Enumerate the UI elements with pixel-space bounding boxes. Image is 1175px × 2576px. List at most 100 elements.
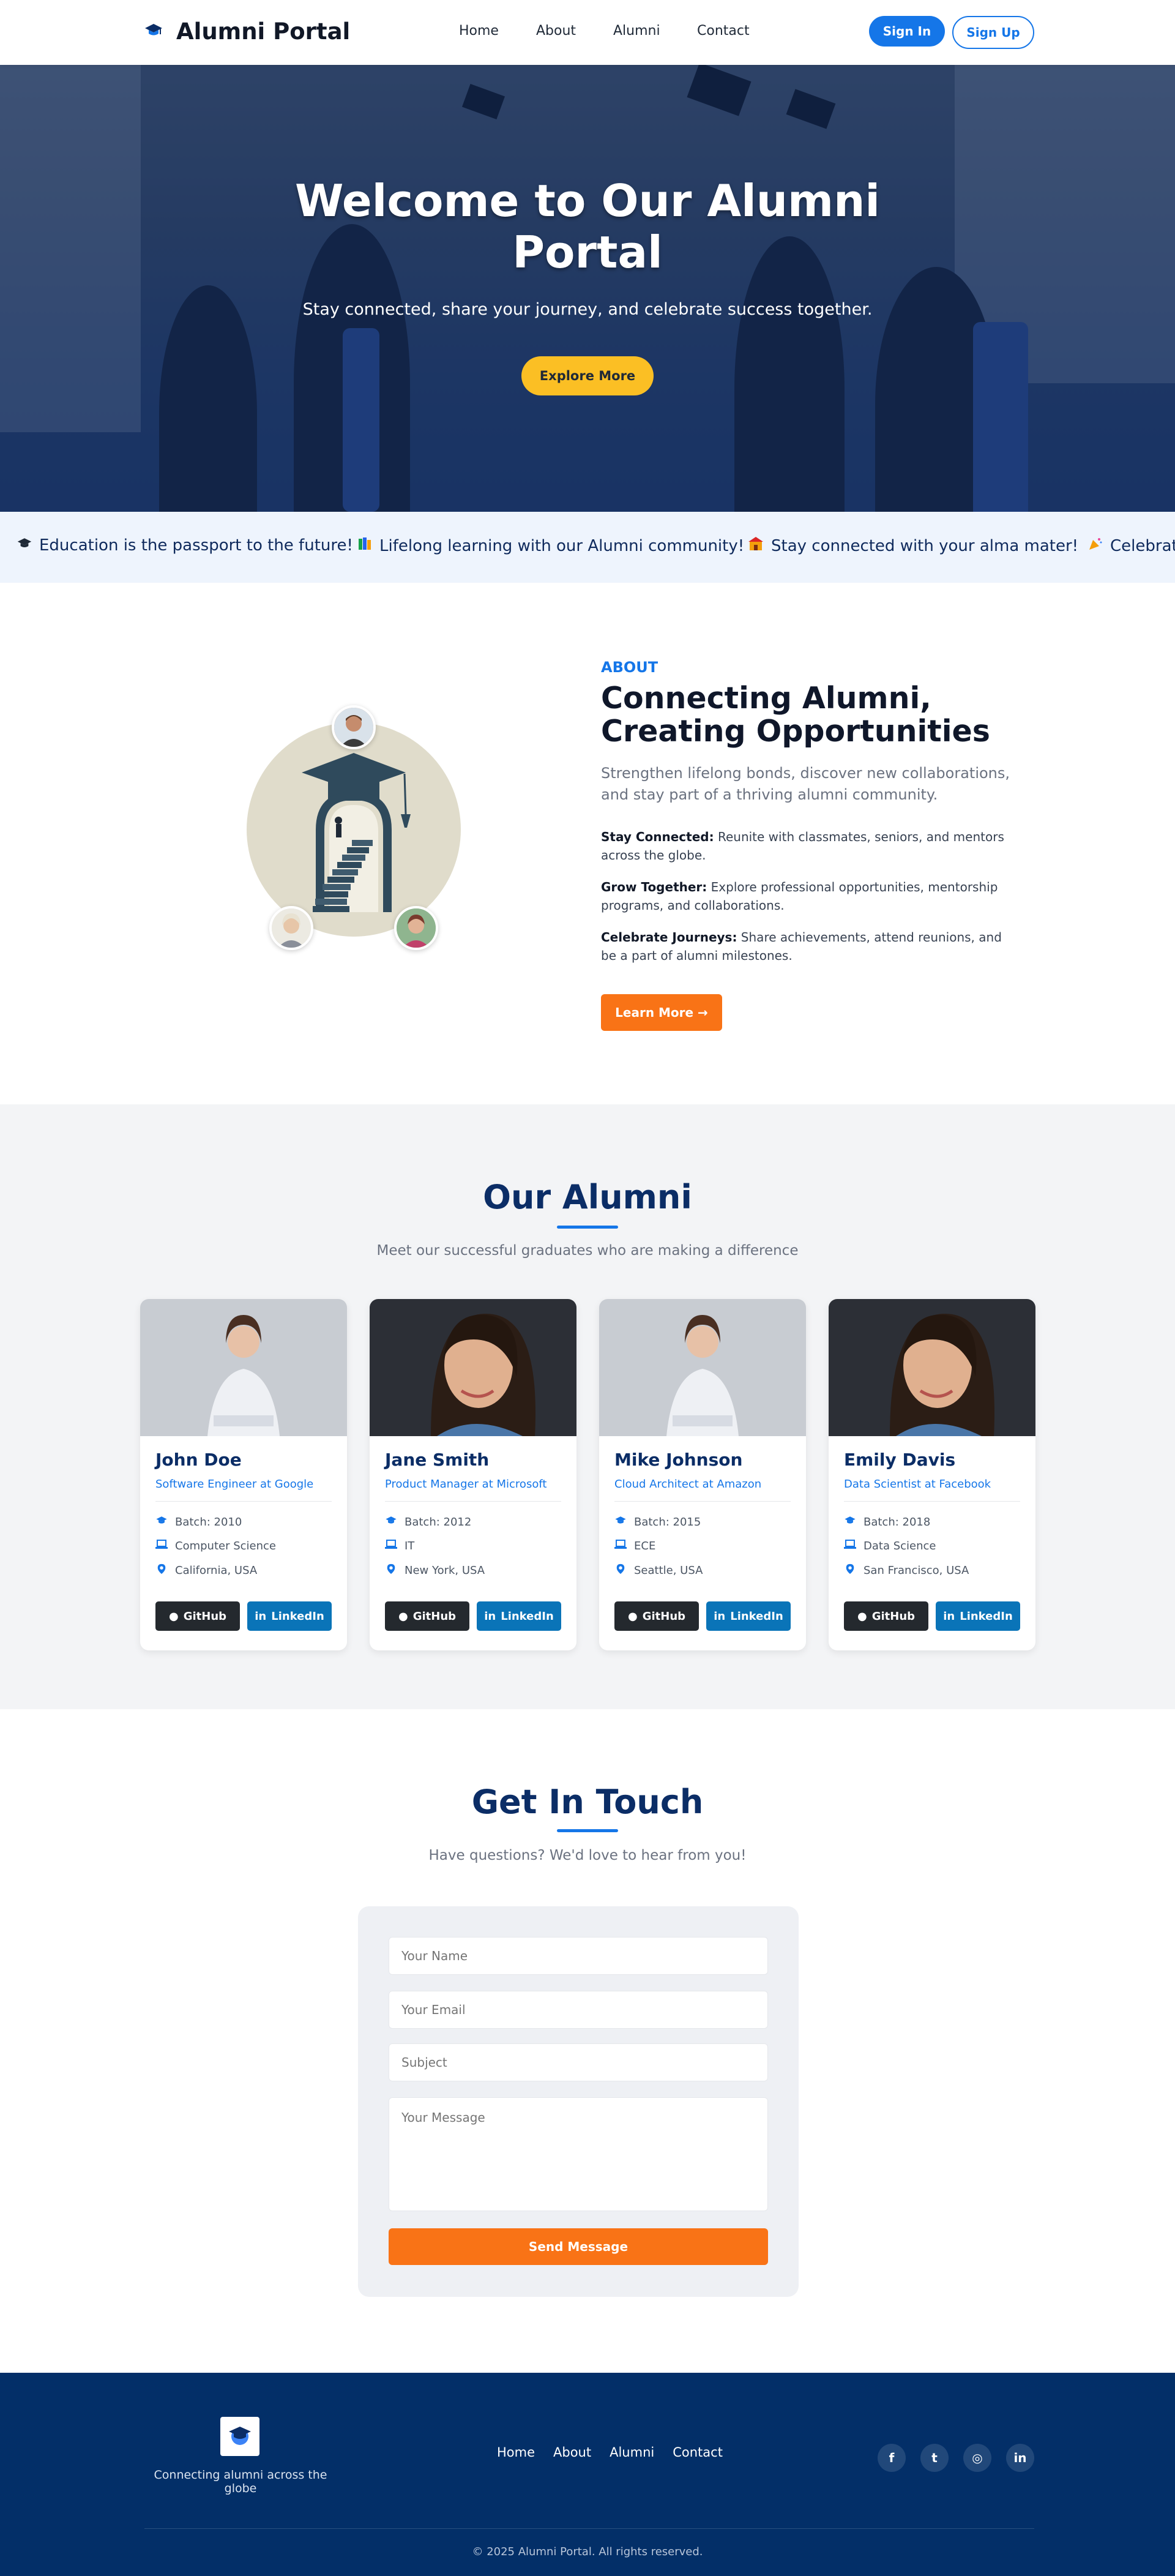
- department-row: IT: [385, 1540, 414, 1552]
- divider: [844, 1501, 1020, 1502]
- title-underline: [557, 1829, 618, 1832]
- alumni-role: Product Manager at Microsoft: [385, 1478, 547, 1491]
- alumni-card: Emily Davis Data Scientist at Facebook B…: [829, 1299, 1035, 1650]
- linkedin-button[interactable]: in LinkedIn: [477, 1601, 561, 1631]
- send-message-button[interactable]: Send Message: [389, 2228, 768, 2265]
- message-textarea[interactable]: [389, 2097, 768, 2211]
- footer-link-contact[interactable]: Contact: [673, 2445, 723, 2460]
- graduation-cap-icon: [614, 1516, 627, 1529]
- alumni-avatar: [269, 906, 313, 950]
- facebook-icon[interactable]: f: [878, 2444, 906, 2472]
- about-point: Stay Connected: Reunite with classmates,…: [601, 829, 1004, 863]
- github-icon: ●: [857, 1609, 867, 1623]
- alumni-card: Mike Johnson Cloud Architect at Amazon B…: [599, 1299, 806, 1650]
- graduation-cap-icon: [17, 536, 32, 555]
- github-button[interactable]: ● GitHub: [844, 1601, 928, 1631]
- alumni-name: John Doe: [155, 1450, 242, 1470]
- github-button[interactable]: ● GitHub: [614, 1601, 699, 1631]
- explore-more-button[interactable]: Explore More: [521, 356, 654, 395]
- about-point: Grow Together: Explore professional oppo…: [601, 880, 998, 913]
- batch-row: Batch: 2010: [155, 1516, 242, 1529]
- hero-overlay: [0, 65, 1175, 512]
- hero-section: Welcome to Our Alumni Portal Stay connec…: [0, 65, 1175, 512]
- laptop-icon: [614, 1540, 627, 1552]
- school-icon: [748, 536, 764, 555]
- divider: [155, 1501, 332, 1502]
- divider: [614, 1501, 791, 1502]
- about-lead: Strengthen lifelong bonds, discover new …: [601, 765, 1010, 803]
- ticker-item: Stay connected with your alma mater!: [748, 536, 1078, 555]
- copyright: © 2025 Alumni Portal. All rights reserve…: [472, 2545, 703, 2558]
- subject-input[interactable]: [389, 2043, 768, 2081]
- ticker-item: Lifelong learning with our Alumni commun…: [357, 536, 744, 555]
- alumni-name: Emily Davis: [844, 1450, 956, 1470]
- footer-link-about[interactable]: About: [553, 2445, 591, 2460]
- graduation-cap-icon: [228, 2424, 252, 2449]
- graduation-doorway-illustration: [302, 753, 411, 912]
- contact-title: Get In Touch: [471, 1783, 704, 1821]
- contact-subtitle: Have questions? We'd love to hear from y…: [428, 1848, 747, 1863]
- ticker-item: Celebrat: [1088, 536, 1175, 555]
- hero-subtitle: Stay connected, share your journey, and …: [302, 300, 873, 319]
- location-row: San Francisco, USA: [844, 1563, 969, 1578]
- map-pin-icon: [155, 1563, 168, 1578]
- brand-title: Alumni Portal: [176, 18, 351, 45]
- nav-link-about[interactable]: About: [536, 23, 613, 39]
- linkedin-icon: in: [714, 1609, 726, 1623]
- graduation-cap-icon: [155, 1516, 168, 1529]
- linkedin-button[interactable]: in LinkedIn: [706, 1601, 791, 1631]
- nav-link-alumni[interactable]: Alumni: [613, 23, 697, 39]
- name-input[interactable]: [389, 1937, 768, 1975]
- alumni-photo: [370, 1299, 576, 1436]
- sign-up-button[interactable]: Sign Up: [952, 16, 1034, 49]
- map-pin-icon: [614, 1563, 627, 1578]
- alumni-card: John Doe Software Engineer at Google Bat…: [140, 1299, 347, 1650]
- instagram-icon[interactable]: ◎: [963, 2444, 991, 2472]
- about-title: Connecting Alumni, Creating Opportunitie…: [601, 681, 990, 749]
- linkedin-button[interactable]: in LinkedIn: [936, 1601, 1020, 1631]
- nav-link-home[interactable]: Home: [459, 23, 536, 39]
- about-section: ABOUT Connecting Alumni, Creating Opport…: [0, 583, 1175, 1104]
- department-row: ECE: [614, 1540, 655, 1552]
- hero-title: Welcome to Our Alumni Portal: [294, 175, 881, 278]
- linkedin-icon: in: [484, 1609, 496, 1623]
- divider: [385, 1501, 561, 1502]
- footer-nav: Home About Alumni Contact: [497, 2445, 723, 2460]
- contact-section: Get In Touch Have questions? We'd love t…: [0, 1709, 1175, 2373]
- books-icon: [357, 536, 372, 555]
- learn-more-button[interactable]: Learn More →: [601, 994, 722, 1031]
- footer-link-alumni[interactable]: Alumni: [610, 2445, 654, 2460]
- about-point: Celebrate Journeys: Share achievements, …: [601, 930, 1002, 963]
- github-icon: ●: [398, 1609, 408, 1623]
- linkedin-icon[interactable]: in: [1006, 2444, 1034, 2472]
- laptop-icon: [385, 1540, 397, 1552]
- github-button[interactable]: ● GitHub: [385, 1601, 469, 1631]
- about-illustration: [247, 722, 461, 937]
- department-row: Computer Science: [155, 1540, 276, 1552]
- github-icon: ●: [168, 1609, 179, 1623]
- email-input[interactable]: [389, 1991, 768, 2029]
- batch-row: Batch: 2018: [844, 1516, 930, 1529]
- alumni-photo: [599, 1299, 806, 1436]
- contact-form: Send Message: [358, 1906, 799, 2297]
- linkedin-button[interactable]: in LinkedIn: [247, 1601, 332, 1631]
- footer-divider: [144, 2528, 1034, 2529]
- alumni-role: Software Engineer at Google: [155, 1478, 314, 1491]
- footer: Connecting alumni across the globe Home …: [0, 2373, 1175, 2576]
- main-nav: Home About Alumni Contact: [459, 23, 750, 39]
- party-popper-icon: [1088, 536, 1103, 555]
- github-button[interactable]: ● GitHub: [155, 1601, 240, 1631]
- linkedin-icon: in: [943, 1609, 955, 1623]
- footer-logo[interactable]: [220, 2417, 259, 2456]
- github-icon: ●: [627, 1609, 638, 1623]
- brand[interactable]: Alumni Portal: [144, 18, 350, 45]
- batch-row: Batch: 2015: [614, 1516, 701, 1529]
- nav-link-contact[interactable]: Contact: [697, 23, 750, 39]
- twitter-icon[interactable]: t: [920, 2444, 949, 2472]
- sign-in-button[interactable]: Sign In: [869, 16, 945, 47]
- footer-link-home[interactable]: Home: [497, 2445, 535, 2460]
- alumni-photo: [829, 1299, 1035, 1436]
- graduation-cap-icon: [844, 1516, 856, 1529]
- alumni-avatar: [332, 705, 376, 749]
- navbar: Alumni Portal Home About Alumni Contact …: [0, 0, 1175, 65]
